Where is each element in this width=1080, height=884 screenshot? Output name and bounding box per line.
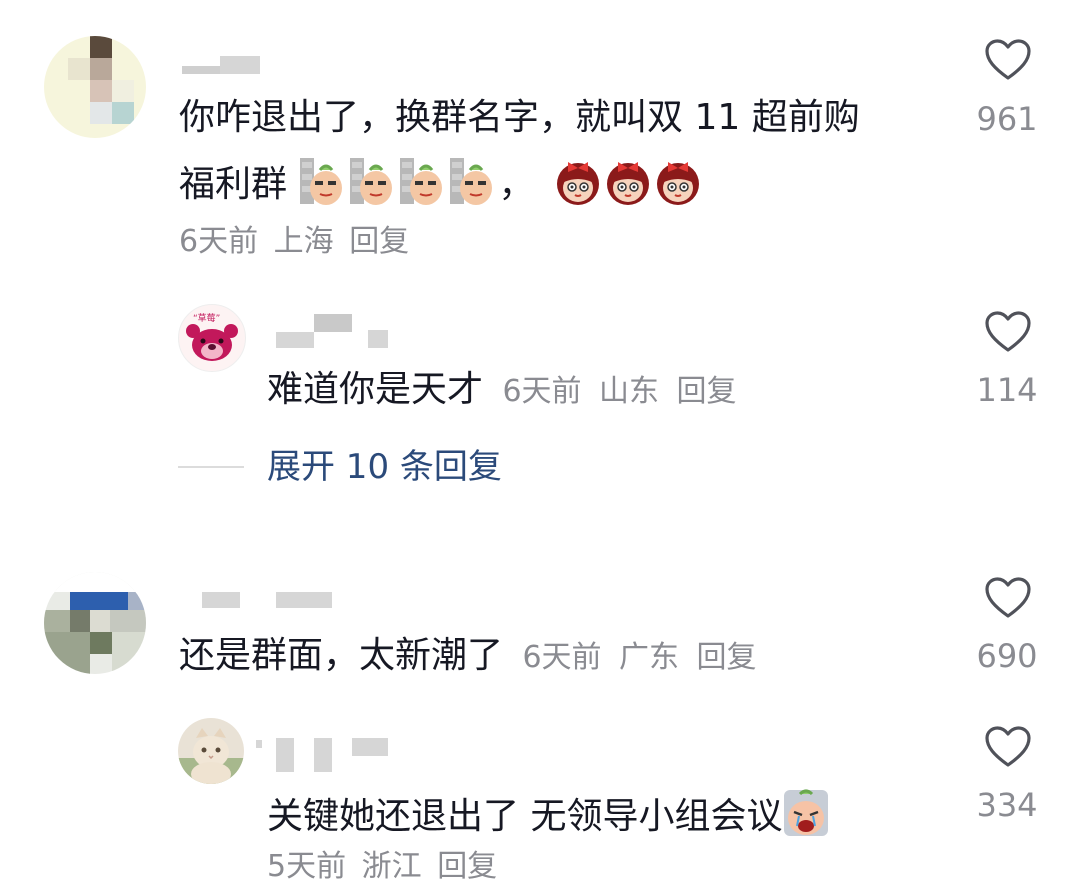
crying-emoji-icon (784, 789, 829, 836)
avatar[interactable] (44, 572, 146, 674)
heart-outline-icon[interactable] (984, 38, 1032, 82)
reply-text: 关键她还退出了 无领导小组会议 (267, 788, 832, 838)
reply-button[interactable]: 回复 (696, 640, 756, 675)
comment-text-line2: 福利群 ， (179, 156, 704, 206)
comment-time: 6天前 (522, 640, 602, 675)
reply-location: 山东 (599, 374, 660, 409)
like-count: 114 (976, 371, 1038, 409)
strawberry-bear-avatar-icon: “草莓” (186, 312, 238, 361)
svg-text:“草莓”: “草莓” (193, 312, 220, 324)
peach-smirk-emoji-icon (300, 158, 343, 205)
reply-meta: 5天前 浙江 回复 (267, 852, 497, 882)
like-count: 334 (976, 786, 1038, 824)
expand-divider (178, 466, 244, 468)
comment-time: 6天前 (179, 224, 259, 259)
heart-outline-icon[interactable] (984, 310, 1032, 354)
comment-location: 广东 (619, 640, 680, 675)
reply-text: 难道你是天才 6天前 山东 回复 (267, 369, 737, 410)
peach-smirk-emoji-icon (450, 158, 493, 205)
girl-bow-emoji-icon (607, 162, 650, 205)
peach-smirk-emoji-icon (350, 158, 393, 205)
reply-location: 浙江 (361, 849, 422, 884)
heart-outline-icon[interactable] (984, 576, 1032, 620)
girl-bow-emoji-icon (657, 162, 700, 205)
cat-avatar-icon (178, 728, 244, 784)
reply-time: 6天前 (502, 374, 582, 409)
avatar[interactable]: “草莓” (178, 304, 246, 372)
avatar[interactable] (178, 718, 244, 784)
peach-smirk-emoji-icon (400, 158, 443, 205)
like-count: 690 (976, 637, 1038, 675)
comment-text: 还是群面，太新潮了 6天前 广东 回复 (179, 635, 757, 676)
like-count: 961 (976, 100, 1038, 138)
comment-location: 上海 (273, 224, 334, 259)
reply-time: 5天前 (267, 849, 347, 884)
girl-bow-emoji-icon (557, 162, 600, 205)
avatar[interactable] (44, 36, 146, 138)
comment-text: 你咋退出了，换群名字，就叫双 11 超前购 (179, 97, 860, 138)
reply-button[interactable]: 回复 (676, 374, 736, 409)
reply-button[interactable]: 回复 (349, 224, 409, 259)
reply-button[interactable]: 回复 (437, 849, 497, 884)
comment-meta: 6天前 上海 回复 (179, 227, 409, 257)
expand-replies-button[interactable]: 展开 10 条回复 (267, 450, 502, 484)
heart-outline-icon[interactable] (984, 725, 1032, 769)
